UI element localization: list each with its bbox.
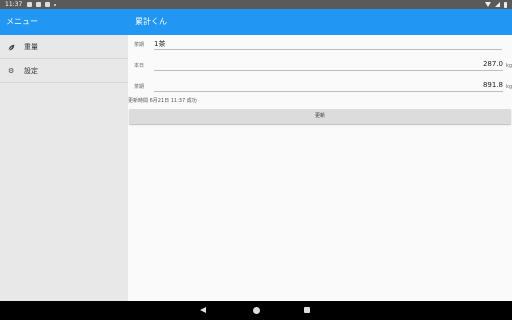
gear-icon: ⚙ [8,67,15,75]
today-weight-field[interactable]: 287.0 [154,60,503,71]
drawer-item-weight[interactable]: 重量 [0,35,128,59]
update-button[interactable]: 更新 [129,109,511,124]
notification-icons [27,0,56,7]
drawer-item-label: 重量 [24,43,38,51]
status-time: 11:37 [5,1,23,8]
more-notification-icon [54,3,56,6]
wifi-icon [485,2,491,7]
season-label: 茶期 [134,84,145,90]
app-bar: 累計くん [128,9,512,35]
update-status-text: 更新時間 6月21日 11:37 成功 [128,98,197,104]
drawer-item-settings[interactable]: ⚙ 設定 [0,59,128,83]
drawer-header: メニュー [0,9,128,35]
season-weight-value: 891.8 [482,81,503,89]
tea-period-select[interactable]: 1茶 [154,39,502,50]
sd-card-notification-icon [45,2,50,7]
app-title: 累計くん [135,17,167,26]
back-icon[interactable] [200,307,206,313]
season-unit: kg [506,84,512,90]
battery-icon [504,1,507,8]
navigation-drawer: 重量 ⚙ 設定 [0,35,128,301]
shield-notification-icon [36,2,41,7]
tea-period-value: 1茶 [154,40,166,48]
season-weight-field[interactable]: 891.8 [154,81,503,92]
main-content: 茶期 1茶 本日 287.0 kg 茶期 891.8 kg 更新時間 6月21日… [128,35,512,301]
drawer-item-label: 設定 [24,67,38,75]
today-label: 本日 [134,63,145,69]
home-icon[interactable] [253,307,260,314]
settings-notification-icon [27,2,32,7]
today-weight-value: 287.0 [482,60,503,68]
drawer-title: メニュー [6,17,38,26]
system-nav-bar [0,301,512,320]
leaf-icon [8,44,15,51]
signal-icon [495,2,500,7]
today-unit: kg [506,63,512,69]
recents-icon[interactable] [304,307,310,313]
tea-period-label: 茶期 [134,42,145,48]
status-bar: 11:37 [0,0,512,9]
